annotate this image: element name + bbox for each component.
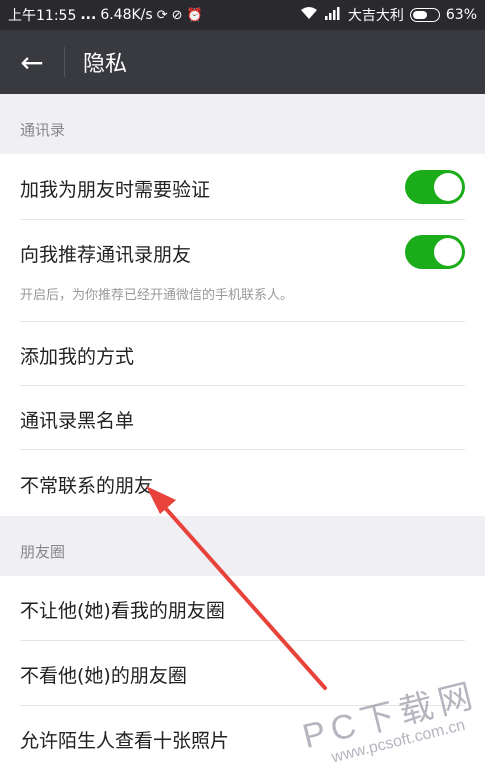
status-dots: ... [80, 7, 97, 23]
recommend-contacts-hint: 开启后，为你推荐已经开通微信的手机联系人。 [20, 288, 294, 303]
wifi-icon [300, 6, 318, 24]
page-title: 隐私 [83, 52, 128, 77]
app-bar: ← 隐私 [0, 30, 485, 94]
blacklist-label: 通讯录黑名单 [20, 410, 135, 432]
blacklist-row[interactable]: 通讯录黑名单 [0, 386, 485, 450]
battery-icon [409, 8, 440, 22]
hide-their-moments-label: 不看他(她)的朋友圈 [20, 665, 187, 687]
battery-percent: 63% [445, 7, 477, 23]
alarm-icon: ⏰ [186, 7, 203, 23]
toggle-knob [434, 173, 462, 201]
battery-level [412, 11, 427, 19]
recommend-contacts-row[interactable]: 向我推荐通讯录朋友 开启后，为你推荐已经开通微信的手机联系人。 [0, 220, 485, 322]
app-bar-divider [64, 47, 65, 77]
section-header-moments: 朋友圈 [20, 543, 66, 561]
status-net-speed: 6.48K/s [100, 7, 153, 23]
hide-my-moments-row[interactable]: 不让他(她)看我的朋友圈 [0, 576, 485, 641]
stranger-ten-photos-label: 允许陌生人查看十张照片 [20, 730, 230, 752]
infrequent-friends-row[interactable]: 不常联系的朋友 [0, 450, 485, 516]
recommend-contacts-toggle[interactable] [405, 235, 465, 269]
status-bar: 上午11:55 ... 6.48K/s ⟳ ⊘ ⏰ 大吉大利 63% [0, 0, 485, 30]
back-arrow-icon[interactable]: ← [0, 30, 64, 94]
sync-icon: ⟳ [156, 7, 168, 23]
vibrate-off-icon: ⊘ [171, 7, 183, 23]
hide-my-moments-label: 不让他(她)看我的朋友圈 [20, 600, 225, 622]
status-time: 上午11:55 [8, 8, 77, 24]
add-me-methods-row[interactable]: 添加我的方式 [0, 322, 485, 386]
verify-friend-request-toggle[interactable] [405, 170, 465, 204]
toggle-knob [434, 238, 462, 266]
infrequent-friends-label: 不常联系的朋友 [20, 475, 154, 497]
verify-friend-request-row[interactable]: 加我为朋友时需要验证 [0, 154, 485, 220]
recommend-contacts-label: 向我推荐通讯录朋友 [20, 244, 192, 266]
section-header-contacts: 通讯录 [20, 121, 66, 139]
signal-icon [324, 6, 342, 24]
add-me-methods-label: 添加我的方式 [20, 346, 135, 368]
verify-friend-request-label: 加我为朋友时需要验证 [20, 179, 211, 201]
carrier-name: 大吉大利 [347, 8, 404, 24]
